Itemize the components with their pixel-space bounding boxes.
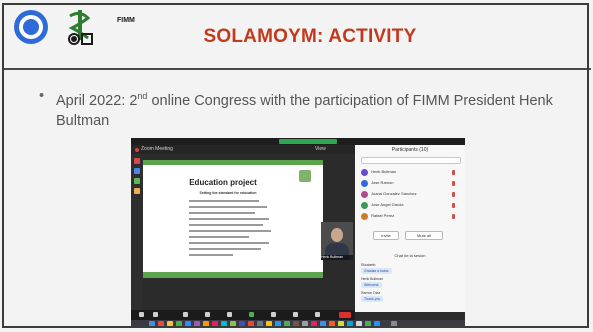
slide-frame	[2, 3, 589, 328]
slide: FIMM SOLAMOYM: ACTIVITY • April 2022: 2nd…	[0, 0, 593, 332]
